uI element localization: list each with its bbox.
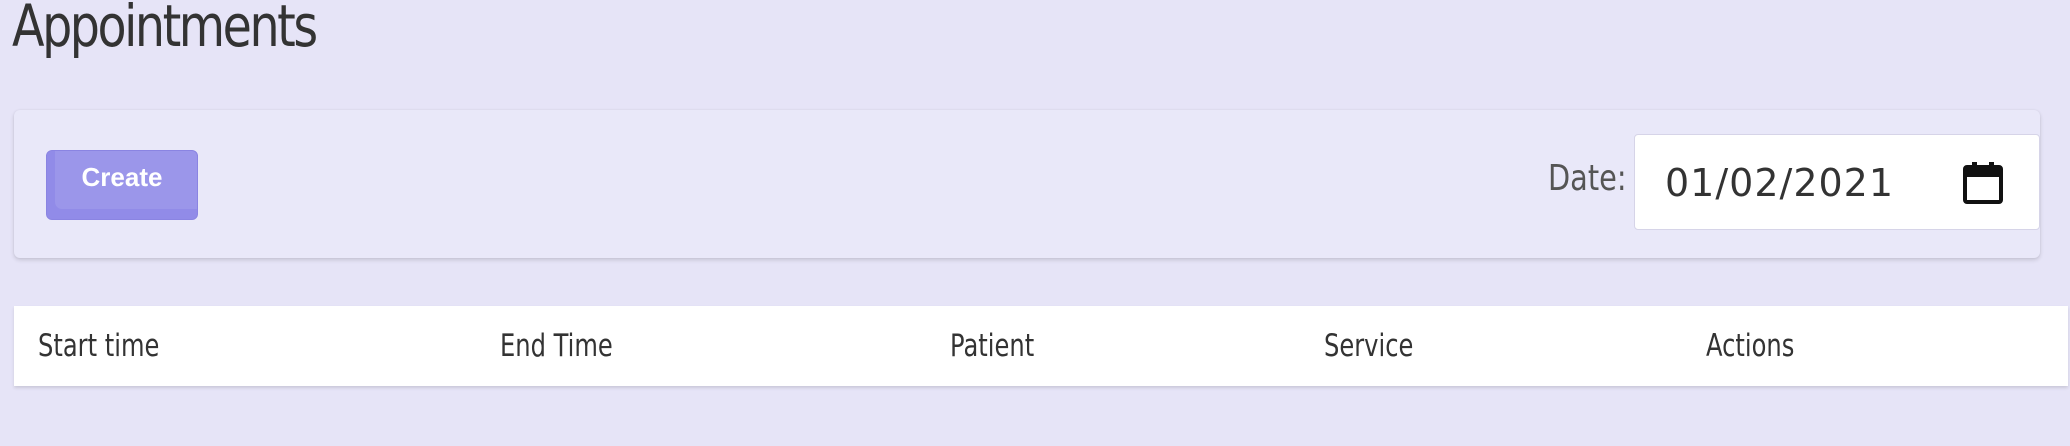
date-label: Date: [1548,158,1627,199]
date-input[interactable]: 01/02/2021 [1634,134,2040,230]
column-header-end-time: End Time [500,328,613,364]
date-value: 01/02/2021 [1665,161,1895,205]
create-button[interactable]: Create [46,150,198,220]
page-title: Appointments [12,0,318,60]
column-header-patient: Patient [950,328,1035,364]
appointments-toolbar: Create Date: 01/02/2021 [14,110,2040,258]
column-header-start-time: Start time [38,328,160,364]
column-header-service: Service [1324,328,1414,364]
calendar-icon[interactable] [1963,161,2003,205]
column-header-actions: Actions [1706,328,1795,364]
table-header: Start time End Time Patient Service Acti… [14,306,2068,386]
